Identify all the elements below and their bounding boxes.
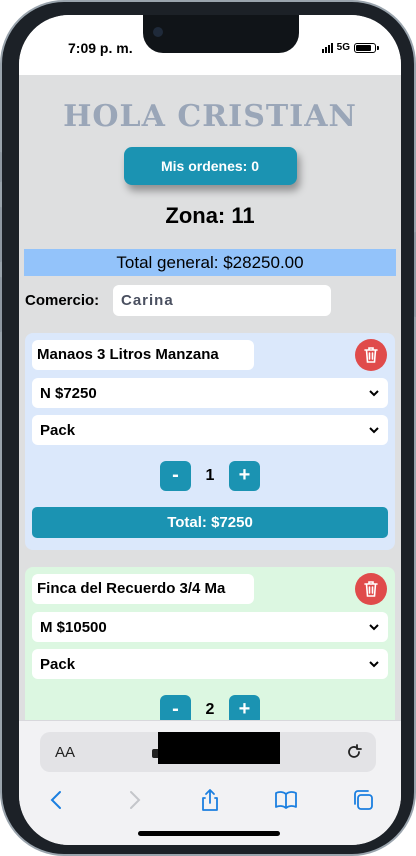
price-select-value: M $10500 — [40, 618, 107, 636]
delete-button[interactable] — [355, 339, 387, 371]
reload-icon[interactable] — [344, 742, 364, 762]
chevron-down-icon — [369, 390, 379, 397]
card-total-button[interactable]: Total: $7250 — [32, 507, 388, 538]
notch — [143, 15, 299, 53]
greeting-title: HOLA CRISTIAN — [63, 99, 357, 134]
unit-select-value: Pack — [40, 655, 76, 673]
chevron-down-icon — [369, 624, 379, 631]
tabs-icon[interactable] — [351, 788, 375, 812]
front-camera — [153, 27, 163, 37]
unit-select[interactable]: Pack — [32, 415, 388, 445]
unit-select[interactable]: Pack — [32, 649, 388, 679]
product-name-field[interactable]: Finca del Recuerdo 3/4 Ma — [32, 574, 254, 604]
volume-up-button — [0, 207, 2, 262]
product-row: Finca del Recuerdo 3/4 Ma — [32, 573, 388, 605]
delete-button[interactable] — [355, 573, 387, 605]
screen: 7:09 p. m. 5G HOLA CRISTIAN Mis ordenes:… — [19, 15, 401, 845]
app-content[interactable]: HOLA CRISTIAN Mis ordenes: 0 Zona: 11 To… — [19, 75, 401, 720]
trash-icon — [364, 347, 378, 363]
price-select[interactable]: N $7250 — [32, 378, 388, 408]
share-icon[interactable] — [198, 788, 222, 812]
commerce-row: Comercio: — [25, 285, 401, 316]
chevron-down-icon — [369, 661, 379, 668]
volume-down-button — [0, 277, 2, 332]
increase-quantity-button[interactable]: + — [229, 695, 260, 720]
home-indicator — [138, 831, 280, 836]
battery-icon — [354, 42, 379, 53]
unit-select-value: Pack — [40, 421, 76, 439]
my-orders-button[interactable]: Mis ordenes: 0 — [123, 147, 297, 185]
zone-label: Zona: 11 — [165, 203, 255, 228]
price-select-value: N $7250 — [40, 384, 97, 402]
status-time: 7:09 p. m. — [68, 40, 133, 56]
price-select[interactable]: M $10500 — [32, 612, 388, 642]
total-general-bar: Total general: $28250.00 — [24, 249, 396, 276]
product-name-field[interactable]: Manaos 3 Litros Manzana — [32, 340, 254, 370]
commerce-input[interactable] — [113, 285, 331, 316]
commerce-label: Comercio: — [25, 292, 100, 309]
quantity-value: 2 — [205, 701, 215, 718]
status-indicators: 5G — [321, 42, 379, 53]
mute-switch — [0, 152, 2, 182]
increase-quantity-button[interactable]: + — [229, 461, 260, 491]
network-label: 5G — [336, 42, 350, 53]
quantity-stepper: - 2 + — [32, 695, 388, 720]
bookmarks-icon[interactable] — [274, 788, 298, 812]
address-bar[interactable]: AA — [40, 732, 376, 772]
order-card: Manaos 3 Litros Manzana N $7250 Pack - 1… — [25, 333, 395, 550]
forward-icon[interactable] — [122, 788, 146, 812]
navigation-toolbar — [19, 784, 401, 816]
text-size-button[interactable]: AA — [55, 744, 75, 761]
back-icon[interactable] — [45, 788, 69, 812]
order-card: Finca del Recuerdo 3/4 Ma M $10500 Pack — [25, 567, 395, 720]
decrease-quantity-button[interactable]: - — [160, 461, 191, 491]
chevron-down-icon — [369, 427, 379, 434]
decrease-quantity-button[interactable]: - — [160, 695, 191, 720]
phone-frame: 7:09 p. m. 5G HOLA CRISTIAN Mis ordenes:… — [0, 0, 416, 856]
signal-icon — [321, 42, 333, 53]
quantity-stepper: - 1 + — [32, 461, 388, 491]
trash-icon — [364, 581, 378, 597]
quantity-value: 1 — [205, 467, 215, 484]
product-row: Manaos 3 Litros Manzana — [32, 339, 388, 371]
url-redacted — [158, 732, 280, 764]
browser-toolbar: AA — [19, 720, 401, 845]
